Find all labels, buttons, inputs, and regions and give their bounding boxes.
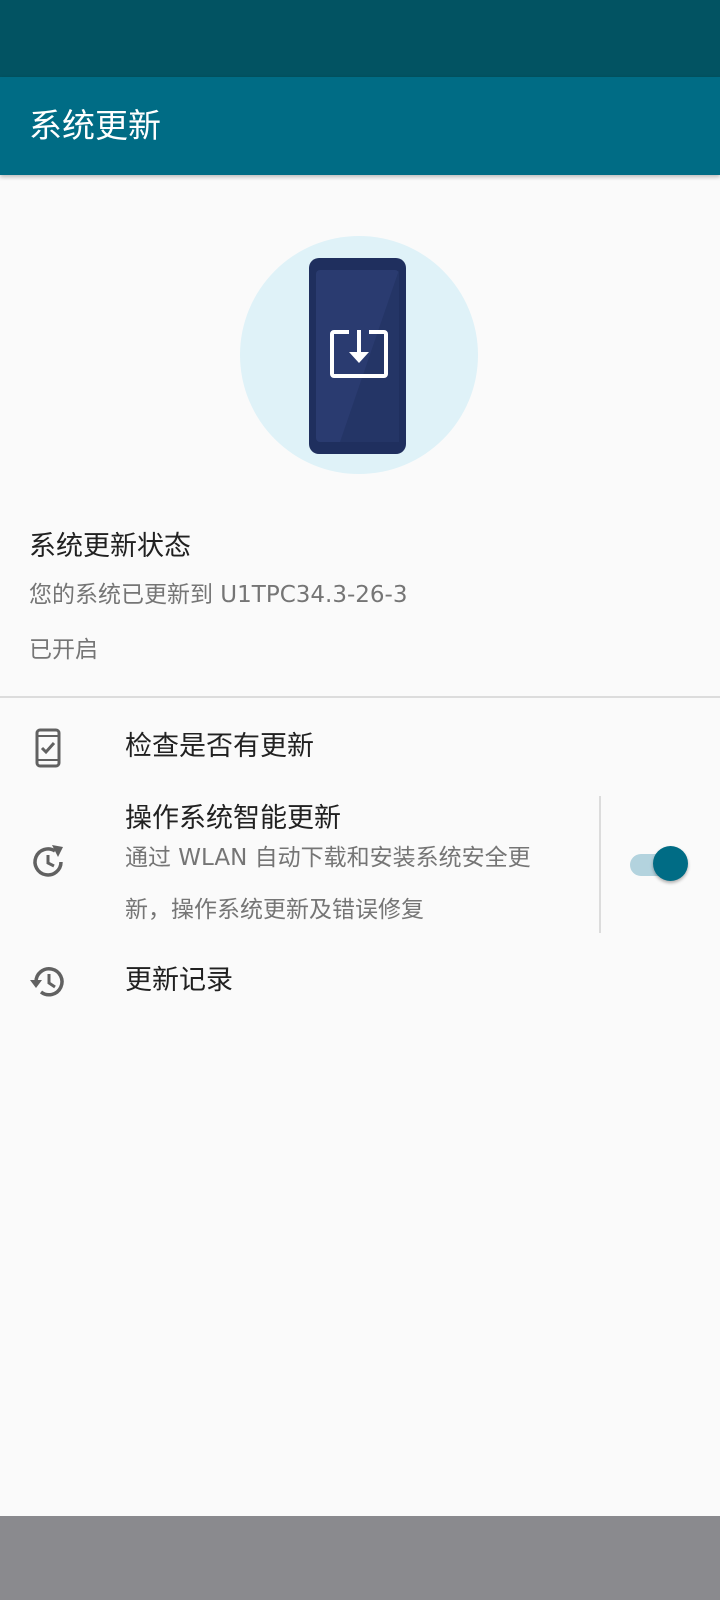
smart-update-toggle[interactable]: [628, 846, 688, 881]
smart-update-description: 通过 WLAN 自动下载和安装系统安全更新，操作系统更新及错误修复: [125, 845, 531, 923]
navigation-bar: [0, 1516, 720, 1600]
update-history-row[interactable]: 更新记录: [0, 948, 720, 1020]
clock-refresh-icon: [33, 845, 63, 877]
smart-update-title: 操作系统智能更新: [125, 803, 341, 834]
history-icon: [30, 967, 64, 997]
phone-download-illustration: [240, 236, 478, 474]
app-bar: 系统更新: [0, 77, 720, 175]
check-updates-label: 检查是否有更新: [125, 731, 314, 762]
check-updates-row[interactable]: 检查是否有更新: [0, 712, 720, 784]
toggle-divider: [599, 796, 601, 933]
update-history-label: 更新记录: [125, 965, 233, 996]
status-bar: [0, 0, 720, 77]
update-status-version: 您的系统已更新到 U1TPC34.3-26-3: [29, 582, 408, 608]
toggle-thumb: [653, 846, 688, 881]
page-title: 系统更新: [29, 106, 161, 145]
update-status-title: 系统更新状态: [29, 531, 191, 562]
phone-check-icon: [35, 728, 61, 768]
update-status-state: 已开启: [29, 637, 98, 663]
smart-update-row[interactable]: 操作系统智能更新 通过 WLAN 自动下载和安装系统安全更新，操作系统更新及错误…: [0, 790, 720, 940]
section-divider: [0, 696, 720, 698]
